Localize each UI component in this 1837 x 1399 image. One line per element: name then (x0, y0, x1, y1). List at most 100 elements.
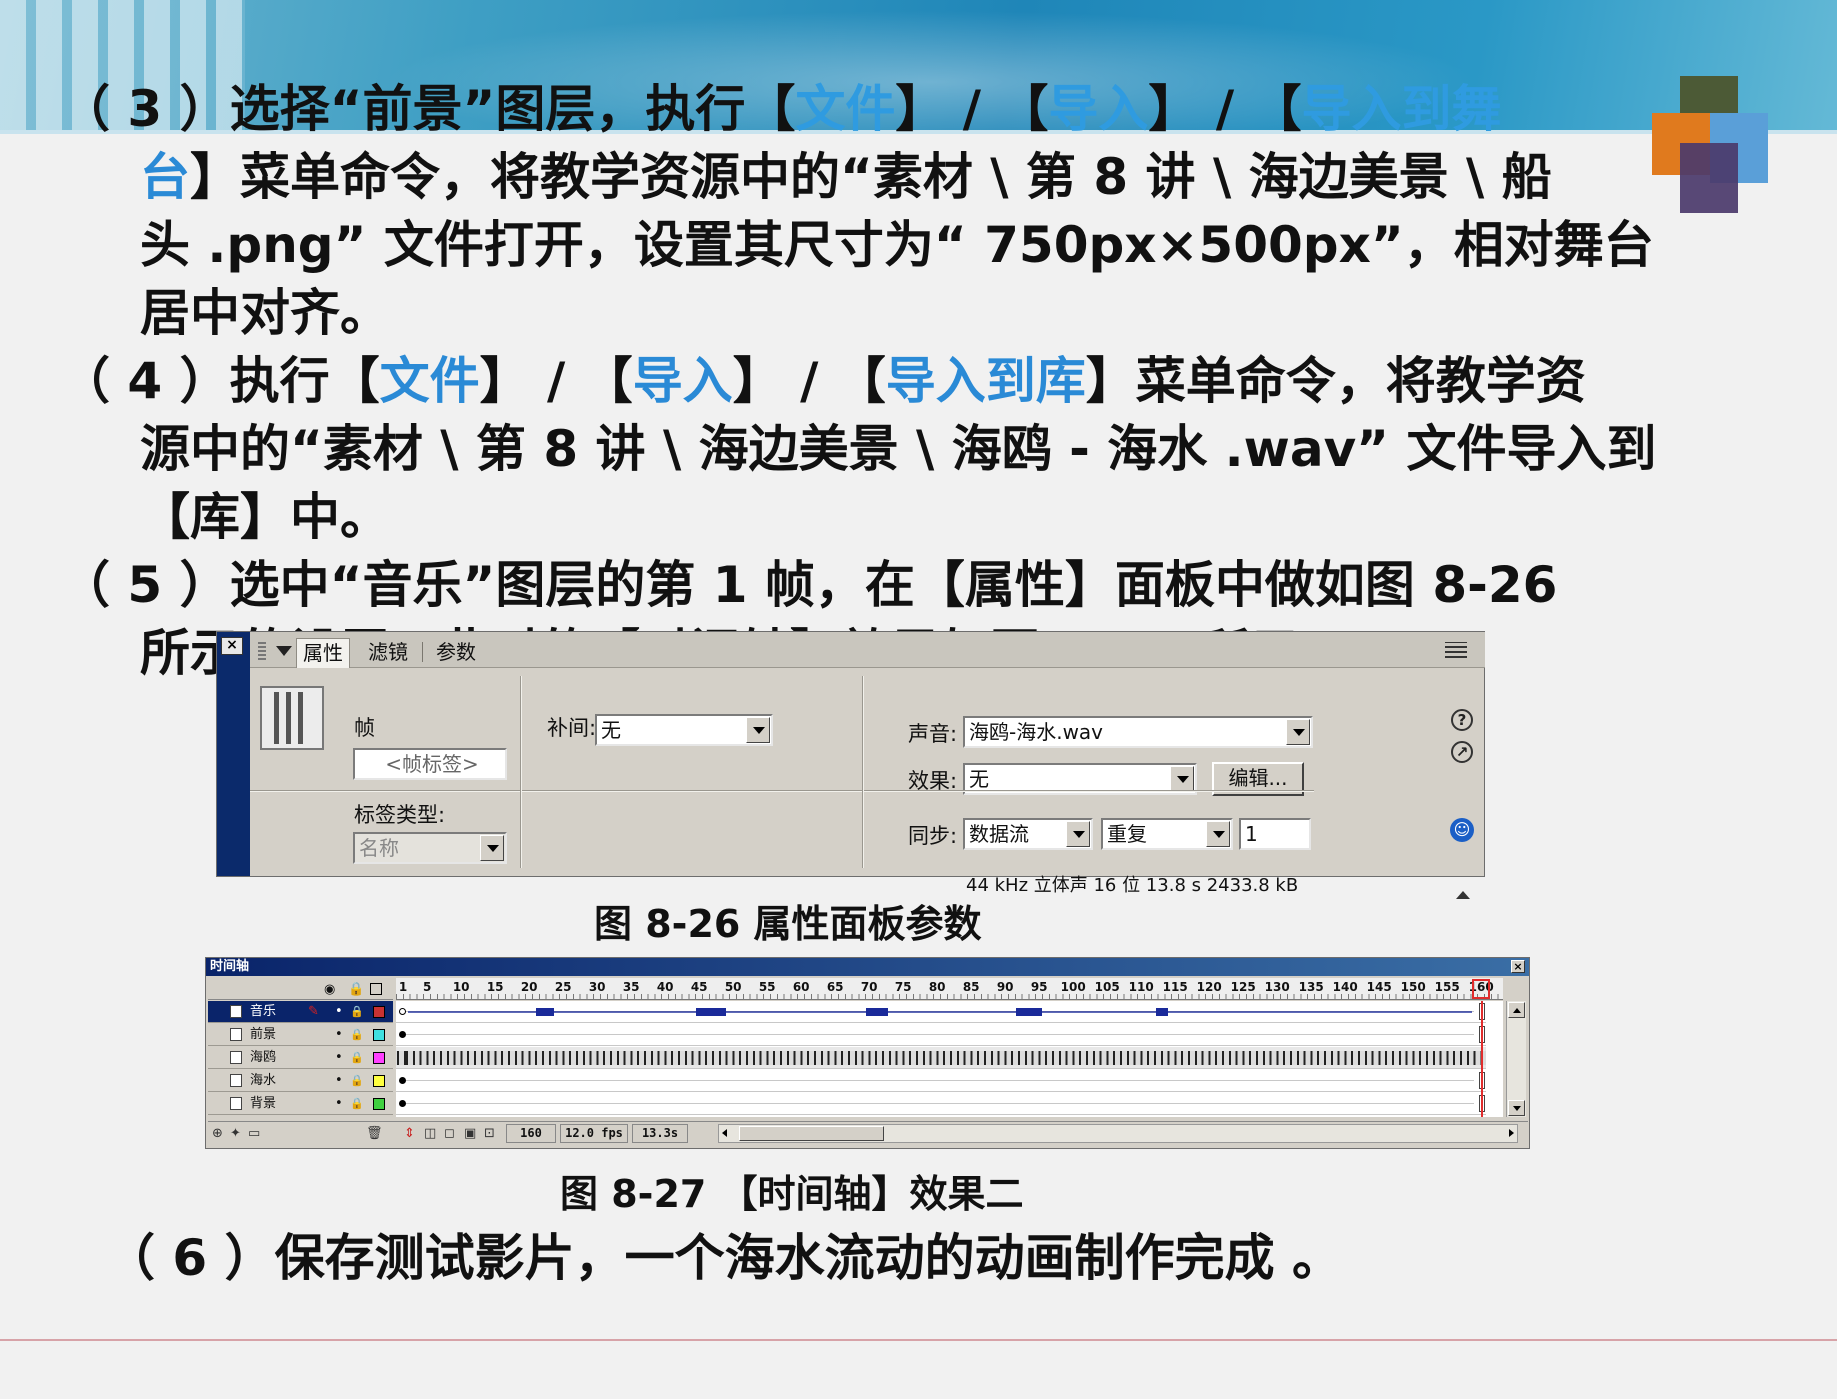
frame-grid[interactable] (396, 1001, 1503, 1117)
tab-properties[interactable]: 属性 (296, 638, 350, 668)
layer-row[interactable]: 海鸥 • 🔒 (208, 1047, 393, 1069)
tween-value: 无 (601, 718, 621, 742)
layer-color-swatch[interactable] (373, 1006, 385, 1018)
step3-line1: （ 3 ）选择“前景”图层，执行【文件】 / 【导入】 / 【导入到舞 (60, 75, 1502, 143)
chevron-down-icon[interactable] (480, 835, 504, 861)
effect-value: 无 (969, 767, 989, 791)
add-guide-icon[interactable]: ✦ (230, 1126, 241, 1141)
scroll-thumb[interactable] (739, 1126, 884, 1141)
keyframe-dot (399, 1008, 406, 1015)
lock-icon[interactable]: 🔒 (350, 1024, 364, 1046)
onion-skin-icon[interactable]: ◫ (424, 1126, 436, 1141)
frame-row[interactable] (396, 1001, 1486, 1023)
tab-filters[interactable]: 滤镜 (362, 638, 414, 668)
divider (522, 790, 862, 792)
sound-info-text: 44 kHz 立体声 16 位 13.8 s 2433.8 kB (966, 875, 1299, 896)
repeat-select[interactable]: 重复 (1101, 818, 1233, 850)
layer-row[interactable]: 前景 • 🔒 (208, 1024, 393, 1046)
layer-color-swatch[interactable] (373, 1029, 385, 1041)
frame-row[interactable] (396, 1093, 1486, 1115)
frame-row-tween[interactable] (396, 1047, 1486, 1069)
scroll-down-icon[interactable] (1508, 1100, 1525, 1116)
timeline-title-text: 时间轴 (210, 959, 250, 974)
scroll-right-icon[interactable] (1509, 1129, 1514, 1137)
frame-row[interactable] (396, 1070, 1486, 1092)
tab-parameters[interactable]: 参数 (430, 638, 482, 668)
sound-select[interactable]: 海鸥-海水.wav (963, 716, 1313, 748)
grip-icon[interactable] (258, 640, 266, 660)
panel-close-button[interactable]: × (221, 637, 243, 655)
waveform-peak (696, 1008, 726, 1016)
chevron-down-icon[interactable] (746, 717, 770, 743)
onion-markers-icon[interactable]: ⊡ (484, 1126, 495, 1141)
layer-name: 海鸥 (250, 1050, 277, 1065)
jump-icon[interactable]: ↗ (1451, 741, 1473, 763)
center-frame-icon[interactable]: ⇕ (404, 1126, 415, 1141)
step3-menu-import-stage-a: 导入到舞 (1301, 80, 1502, 138)
lock-icon[interactable]: 🔒 (350, 1070, 364, 1092)
add-layer-icon[interactable]: ⊕ (212, 1126, 223, 1141)
step4-text-a: 执行【 (229, 352, 380, 410)
chevron-down-icon[interactable] (1286, 719, 1310, 745)
outline-icon[interactable] (370, 983, 382, 995)
lock-icon[interactable]: 🔒 (350, 1047, 364, 1069)
timeline-title: 时间轴 × (206, 958, 1529, 976)
ruler-number: 35 (622, 980, 640, 994)
playhead[interactable] (1472, 979, 1491, 999)
vertical-scrollbar[interactable] (1506, 1001, 1526, 1117)
chevron-down-icon[interactable] (1206, 821, 1230, 847)
ruler-number: 55 (758, 980, 776, 994)
visibility-dot[interactable]: • (335, 1024, 343, 1046)
collapse-up-icon[interactable] (1456, 891, 1470, 899)
lock-icon[interactable]: 🔒 (350, 1001, 364, 1023)
playhead-line (1481, 1001, 1484, 1117)
scroll-up-icon[interactable] (1508, 1002, 1525, 1018)
layer-name: 海水 (250, 1073, 277, 1088)
ruler-number: 140 (1332, 980, 1358, 994)
step5-line1: （ 5 ）选中“音乐”图层的第 1 帧，在【属性】面板中做如图 8-26 (60, 551, 1557, 619)
help-icon[interactable]: ? (1451, 709, 1473, 731)
chevron-down-icon[interactable] (1066, 821, 1090, 847)
layer-row[interactable]: 海水 • 🔒 (208, 1070, 393, 1092)
edit-multiple-icon[interactable]: ▣ (464, 1126, 476, 1141)
step4-menu-import-lib: 导入到库 (885, 352, 1086, 410)
repeat-count-input[interactable]: 1 (1239, 818, 1311, 850)
waveform-peak (1156, 1008, 1168, 1016)
label-type-select[interactable]: 名称 (353, 832, 507, 864)
visibility-dot[interactable]: • (335, 1047, 343, 1069)
close-icon[interactable]: × (1511, 960, 1525, 973)
tween-select[interactable]: 无 (595, 714, 773, 746)
lock-icon[interactable]: 🔒 (348, 982, 364, 997)
trash-icon[interactable]: 🗑 (366, 1126, 383, 1141)
layer-color-swatch[interactable] (373, 1098, 385, 1110)
frame-ruler[interactable]: 1 5 10 15 20 25 30 35 40 45 50 55 60 65 70 75 80 85 90 95 10… (396, 978, 1503, 1000)
ruler-number: 20 (520, 980, 538, 994)
ruler-number: 110 (1128, 980, 1154, 994)
panel-menu-icon[interactable] (1445, 642, 1467, 658)
layer-icon (230, 1051, 242, 1064)
frame-label-input[interactable]: <帧标签> (353, 748, 507, 780)
add-folder-icon[interactable]: ▭ (248, 1126, 260, 1141)
layer-color-swatch[interactable] (373, 1075, 385, 1087)
layer-header: ◉ 🔒 (208, 978, 393, 1000)
layer-row[interactable]: 背景 • 🔒 (208, 1093, 393, 1115)
step4-menu-file: 文件 (379, 352, 480, 410)
ruler-number: 80 (928, 980, 946, 994)
accessibility-icon[interactable]: ☺ (1450, 818, 1474, 842)
visibility-dot[interactable]: • (335, 1070, 343, 1092)
chevron-down-icon[interactable] (1170, 766, 1194, 792)
layer-row[interactable]: 音乐 ✎ • 🔒 (208, 1001, 393, 1023)
step3-line2-text: 】菜单命令，将教学资源中的“素材 \ 第 8 讲 \ 海边美景 \ 船 (190, 148, 1552, 206)
layer-color-swatch[interactable] (373, 1052, 385, 1064)
onion-outline-icon[interactable]: ◻ (444, 1126, 455, 1141)
horizontal-scrollbar[interactable] (718, 1124, 1518, 1143)
visibility-dot[interactable]: • (335, 1001, 343, 1023)
lock-icon[interactable]: 🔒 (350, 1093, 364, 1115)
frame-row[interactable] (396, 1024, 1486, 1046)
collapse-arrow-icon[interactable] (276, 646, 292, 656)
sync-select[interactable]: 数据流 (963, 818, 1093, 850)
eye-icon[interactable]: ◉ (324, 982, 335, 997)
keyframe-dot (399, 1100, 406, 1107)
visibility-dot[interactable]: • (335, 1093, 343, 1115)
scroll-left-icon[interactable] (722, 1129, 727, 1137)
